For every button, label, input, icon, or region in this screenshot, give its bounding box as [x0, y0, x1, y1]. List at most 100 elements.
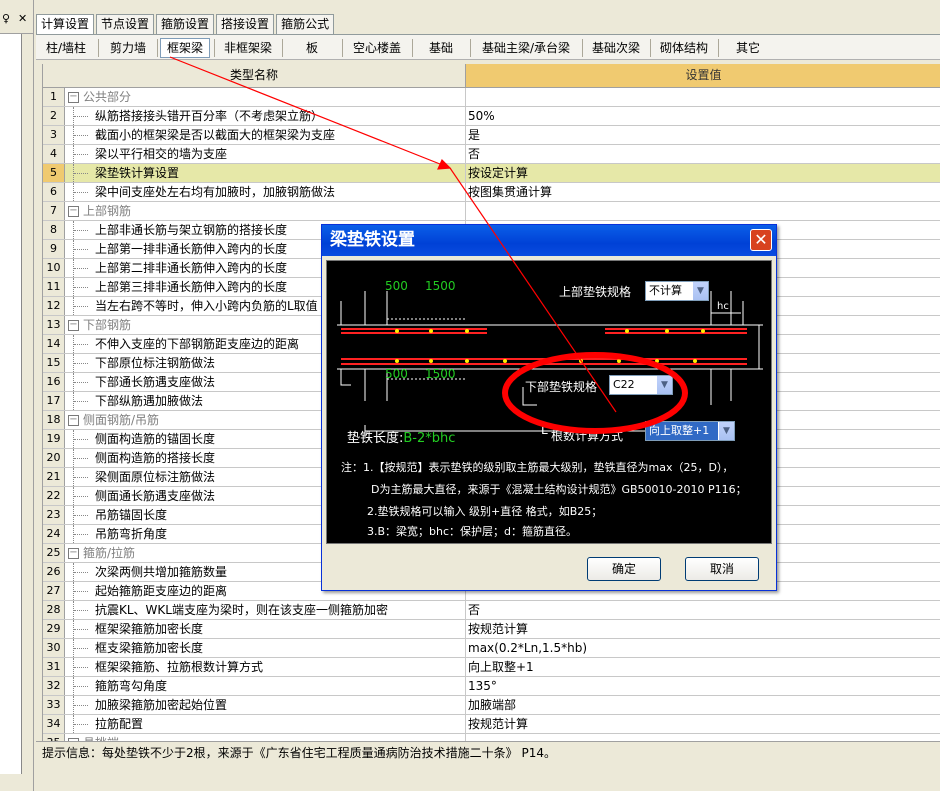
dropdown-arrow-icon[interactable]: ▼ [656, 376, 672, 394]
row-value-cell[interactable]: 加腋端部 [466, 696, 940, 714]
column-header-type-name[interactable]: 类型名称 [43, 64, 466, 88]
cancel-button[interactable]: 取消 [685, 557, 759, 581]
row-number: 13 [43, 316, 65, 334]
dimension-500-top: 500 [385, 279, 408, 293]
tree-connector [73, 715, 89, 733]
row-value-cell[interactable] [466, 734, 940, 741]
table-row[interactable]: 6 梁中间支座处左右均有加腋时，加腋钢筋做法 按图集贯通计算 [43, 183, 940, 202]
tree-connector [73, 487, 89, 505]
group-row[interactable]: 7− 上部钢筋 [43, 202, 940, 221]
subtab-other[interactable]: 其它 [720, 38, 776, 58]
tab-stirrup-settings[interactable]: 箍筋设置 [156, 14, 215, 34]
row-value-cell[interactable] [466, 88, 940, 106]
tree-connector [73, 278, 89, 296]
dropdown-arrow-icon[interactable]: ▼ [692, 282, 708, 300]
subtab-foundation-main-beam[interactable]: 基础主梁/承台梁 [472, 38, 580, 58]
row-name-cell[interactable]: 框架梁箍筋、拉筋根数计算方式 [65, 658, 466, 676]
group-label: 侧面钢筋/吊筋 [83, 413, 160, 427]
setting-label: 侧面通长筋遇支座做法 [95, 489, 216, 503]
top-spec-select[interactable]: 不计算 ▼ [645, 281, 709, 301]
row-name-cell[interactable]: − 上部钢筋 [65, 202, 466, 220]
subtab-foundation-secondary-beam[interactable]: 基础次梁 [584, 38, 648, 58]
group-row[interactable]: 1− 公共部分 [43, 88, 940, 107]
bottom-spec-select[interactable]: C22 ▼ [609, 375, 673, 395]
ok-button[interactable]: 确定 [587, 557, 661, 581]
row-name-cell[interactable]: 梁中间支座处左右均有加腋时，加腋钢筋做法 [65, 183, 466, 201]
pin-icon[interactable]: ♀ [2, 12, 10, 25]
row-value-cell[interactable]: 否 [466, 145, 940, 163]
tab-node-settings[interactable]: 节点设置 [96, 14, 155, 34]
subtab-shear-wall[interactable]: 剪力墙 [100, 38, 156, 58]
row-value-cell[interactable]: 50% [466, 107, 940, 125]
row-name-cell[interactable]: 截面小的框架梁是否以截面大的框架梁为支座 [65, 126, 466, 144]
dimension-500-bottom: 500 [385, 367, 408, 381]
beam-shim-dialog: 梁垫铁设置 ✕ 500 1500 500 1500 hc L 上部垫铁规格 不计… [321, 224, 777, 591]
table-row[interactable]: 33 加腋梁箍筋加密起始位置 加腋端部 [43, 696, 940, 715]
row-value-cell[interactable]: 向上取整+1 [466, 658, 940, 676]
row-name-cell[interactable]: 纵筋搭接接头错开百分率（不考虑架立筋） [65, 107, 466, 125]
subtab-non-frame-beam[interactable]: 非框架梁 [216, 38, 280, 58]
table-row[interactable]: 4 梁以平行相交的墙为支座 否 [43, 145, 940, 164]
expander-minus-icon[interactable]: − [68, 415, 79, 426]
row-name-cell[interactable]: − 公共部分 [65, 88, 466, 106]
subtab-hollow-floor[interactable]: 空心楼盖 [344, 38, 410, 58]
row-name-cell[interactable]: 箍筋弯勾角度 [65, 677, 466, 695]
expander-minus-icon[interactable]: − [68, 320, 79, 331]
tab-calc-settings[interactable]: 计算设置 [36, 14, 95, 35]
column-header-value[interactable]: 设置值 [466, 64, 940, 88]
close-icon[interactable]: ✕ [18, 12, 27, 25]
shim-length-formula: B-2*bhc [403, 431, 456, 446]
row-value-cell[interactable]: 按设定计算 [466, 164, 940, 182]
table-row[interactable]: 32 箍筋弯勾角度 135° [43, 677, 940, 696]
row-value-cell[interactable] [466, 202, 940, 220]
subtab-frame-beam[interactable]: 框架梁 [160, 38, 210, 58]
row-value-cell[interactable]: 否 [466, 601, 940, 619]
expander-minus-icon[interactable]: − [68, 548, 79, 559]
subtab-masonry[interactable]: 砌体结构 [652, 38, 716, 58]
table-row[interactable]: 31 框架梁箍筋、拉筋根数计算方式 向上取整+1 [43, 658, 940, 677]
row-value-cell[interactable]: 按图集贯通计算 [466, 183, 940, 201]
table-row[interactable]: 5 梁垫铁计算设置 按设定计算 [43, 164, 940, 183]
row-name-cell[interactable]: 梁垫铁计算设置 [65, 164, 466, 182]
setting-label: 侧面构造筋的锚固长度 [95, 432, 216, 446]
span-length-label: L [541, 423, 548, 437]
expander-minus-icon[interactable]: − [68, 206, 79, 217]
row-value-cell[interactable]: max(0.2*Ln,1.5*hb) [466, 639, 940, 657]
subtab-column[interactable]: 柱/墙柱 [38, 38, 94, 58]
table-row[interactable]: 34 拉筋配置 按规范计算 [43, 715, 940, 734]
tab-stirrup-formula[interactable]: 箍筋公式 [276, 14, 335, 34]
row-name-cell[interactable]: −悬挑端 [65, 734, 466, 741]
expander-minus-icon[interactable]: − [68, 92, 79, 103]
count-method-select[interactable]: 向上取整+1 ▼ [645, 421, 735, 441]
close-icon[interactable]: ✕ [750, 229, 772, 251]
row-name-cell[interactable]: 梁以平行相交的墙为支座 [65, 145, 466, 163]
row-name-cell[interactable]: 拉筋配置 [65, 715, 466, 733]
row-value-cell[interactable]: 135° [466, 677, 940, 695]
table-row[interactable]: 30 框支梁箍筋加密长度 max(0.2*Ln,1.5*hb) [43, 639, 940, 658]
table-row[interactable]: 2 纵筋搭接接头错开百分率（不考虑架立筋） 50% [43, 107, 940, 126]
row-name-cell[interactable]: 框支梁箍筋加密长度 [65, 639, 466, 657]
divider [342, 39, 343, 57]
row-name-cell[interactable]: 加腋梁箍筋加密起始位置 [65, 696, 466, 714]
dialog-title[interactable]: 梁垫铁设置 [322, 225, 776, 256]
row-name-cell[interactable]: 抗震KL、WKL端支座为梁时，则在该支座一侧箍筋加密 [65, 601, 466, 619]
group-row[interactable]: 35−悬挑端 [43, 734, 940, 741]
row-value-cell[interactable]: 按规范计算 [466, 620, 940, 638]
table-row[interactable]: 3 截面小的框架梁是否以截面大的框架梁为支座 是 [43, 126, 940, 145]
row-number: 11 [43, 278, 65, 296]
setting-label: 上部第一排非通长筋伸入跨内的长度 [95, 242, 288, 256]
tab-lap-settings[interactable]: 搭接设置 [216, 14, 275, 34]
row-value-cell[interactable]: 是 [466, 126, 940, 144]
shim-length-title: 垫铁长度: [347, 431, 404, 446]
subtab-slab[interactable]: 板 [284, 38, 340, 58]
table-row[interactable]: 28 抗震KL、WKL端支座为梁时，则在该支座一侧箍筋加密 否 [43, 601, 940, 620]
row-name-cell[interactable]: 框架梁箍筋加密长度 [65, 620, 466, 638]
dropdown-arrow-icon[interactable]: ▼ [718, 422, 734, 440]
setting-label: 抗震KL、WKL端支座为梁时，则在该支座一侧箍筋加密 [95, 603, 388, 617]
row-number: 4 [43, 145, 65, 163]
subtab-foundation[interactable]: 基础 [414, 38, 468, 58]
table-row[interactable]: 29 框架梁箍筋加密长度 按规范计算 [43, 620, 940, 639]
row-value-cell[interactable]: 按规范计算 [466, 715, 940, 733]
left-tree-area[interactable] [0, 34, 22, 774]
setting-label: 上部非通长筋与架立钢筋的搭接长度 [95, 223, 288, 237]
